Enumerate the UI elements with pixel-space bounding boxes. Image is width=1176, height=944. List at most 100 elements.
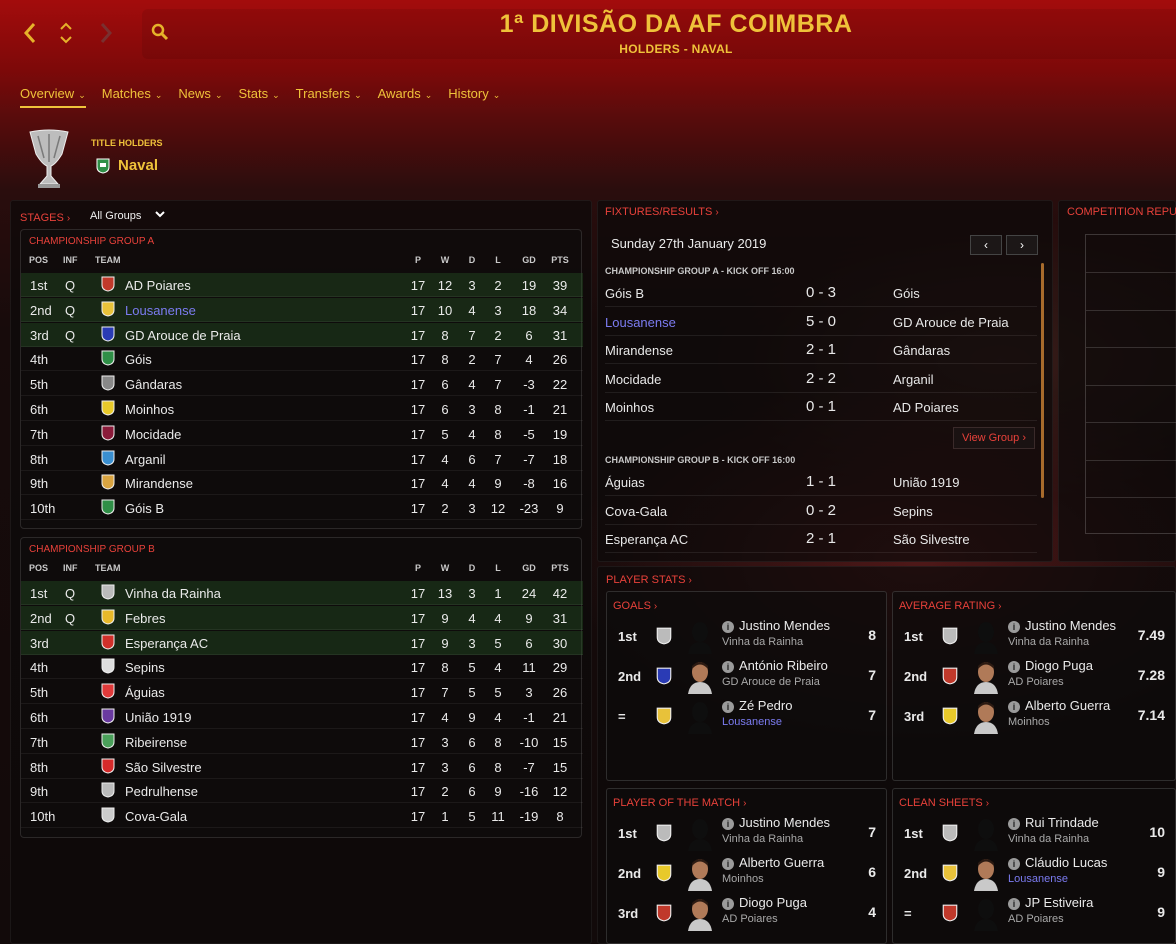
fixtures-scrollbar[interactable] — [1041, 263, 1044, 498]
group-title[interactable]: CHAMPIONSHIP GROUP B — [29, 544, 155, 555]
player-name[interactable]: Justino Mendes — [739, 618, 830, 633]
player-name[interactable]: Diogo Puga — [739, 895, 807, 910]
match-score[interactable]: 5 - 0 — [785, 313, 857, 330]
player-club[interactable]: GD Arouce de Praia — [722, 676, 820, 688]
away-team[interactable]: Góis — [893, 286, 920, 301]
title-holders-team[interactable]: Naval — [118, 157, 158, 174]
player-row[interactable]: = i JP Estiveira AD Poiares 9 — [893, 895, 1176, 935]
player-row[interactable]: 2nd i Alberto Guerra Moinhos 6 — [607, 855, 888, 895]
tab-news[interactable]: News ⌄ — [178, 86, 222, 108]
player-club[interactable]: AD Poiares — [1008, 913, 1064, 925]
column-header-d[interactable]: D — [460, 563, 484, 573]
group-title[interactable]: CHAMPIONSHIP GROUP A — [29, 236, 154, 247]
table-row[interactable]: 2nd Q Febres 17 9 4 4 9 31 — [21, 605, 583, 630]
column-header-pos[interactable]: POS — [29, 255, 48, 265]
column-header-p[interactable]: P — [406, 563, 430, 573]
table-row[interactable]: 9th Pedrulhense 17 2 6 9 -16 12 — [21, 779, 583, 804]
player-name[interactable]: Justino Mendes — [1025, 618, 1116, 633]
team-name[interactable]: Sepins — [125, 660, 165, 675]
table-row[interactable]: 7th Ribeirense 17 3 6 8 -10 15 — [21, 730, 583, 754]
info-icon[interactable]: i — [1008, 818, 1020, 830]
player-row[interactable]: 1st i Justino Mendes Vinha da Rainha 8 — [607, 618, 888, 658]
column-header-gd[interactable]: GD — [517, 255, 541, 265]
team-name[interactable]: Moinhos — [125, 402, 174, 417]
match-score[interactable]: 2 - 2 — [785, 370, 857, 387]
match-score[interactable]: 0 - 2 — [785, 502, 857, 519]
player-row[interactable]: 1st i Justino Mendes Vinha da Rainha 7.49 — [893, 618, 1176, 658]
info-icon[interactable]: i — [722, 661, 734, 673]
column-header-team[interactable]: TEAM — [95, 255, 121, 265]
column-header-l[interactable]: L — [486, 563, 510, 573]
home-team[interactable]: Águias — [605, 475, 645, 490]
group-select[interactable]: All Groups — [90, 210, 166, 222]
team-name[interactable]: Pedrulhense — [125, 784, 198, 799]
table-row[interactable]: 9th Mirandense 17 4 4 9 -8 16 — [21, 471, 583, 496]
player-club[interactable]: Lousanense — [722, 716, 782, 728]
match-score[interactable]: 2 - 1 — [785, 341, 857, 358]
away-team[interactable]: AD Poiares — [893, 400, 959, 415]
player-name[interactable]: Justino Mendes — [739, 815, 830, 830]
player-name[interactable]: JP Estiveira — [1025, 895, 1093, 910]
player-name[interactable]: Zé Pedro — [739, 698, 792, 713]
info-icon[interactable]: i — [1008, 701, 1020, 713]
table-row[interactable]: 1st Q AD Poiares 17 12 3 2 19 39 — [21, 273, 583, 297]
column-header-pos[interactable]: POS — [29, 563, 48, 573]
info-icon[interactable]: i — [1008, 858, 1020, 870]
away-team[interactable]: Sepins — [893, 504, 933, 519]
team-name[interactable]: Cova-Gala — [125, 809, 187, 824]
info-icon[interactable]: i — [1008, 898, 1020, 910]
tab-matches[interactable]: Matches ⌄ — [102, 86, 163, 108]
player-club[interactable]: Vinha da Rainha — [1008, 833, 1089, 845]
column-header-inf[interactable]: INF — [63, 255, 78, 265]
table-row[interactable]: 4th Góis 17 8 2 7 4 26 — [21, 347, 583, 372]
fixture-row[interactable]: Águias 1 - 1 União 1919 — [605, 468, 1037, 496]
team-name[interactable]: Lousanense — [125, 303, 196, 318]
team-name[interactable]: Mirandense — [125, 476, 193, 491]
tab-stats[interactable]: Stats ⌄ — [238, 86, 279, 108]
table-row[interactable]: 5th Águias 17 7 5 5 3 26 — [21, 680, 583, 705]
updown-button[interactable] — [58, 20, 74, 52]
away-team[interactable]: São Silvestre — [893, 532, 970, 547]
away-team[interactable]: União 1919 — [893, 475, 960, 490]
fixture-row[interactable]: Góis B 0 - 3 Góis — [605, 279, 1037, 307]
info-icon[interactable]: i — [1008, 621, 1020, 633]
away-team[interactable]: Gândaras — [893, 343, 950, 358]
player-name[interactable]: Alberto Guerra — [739, 855, 824, 870]
table-row[interactable]: 10th Góis B 17 2 3 12 -23 9 — [21, 496, 583, 521]
fixture-row[interactable]: Mirandense 2 - 1 Gândaras — [605, 336, 1037, 364]
stat-box-title[interactable]: PLAYER OF THE MATCH › — [613, 797, 746, 809]
away-team[interactable]: Arganil — [893, 372, 933, 387]
match-score[interactable]: 1 - 1 — [785, 473, 857, 490]
home-team[interactable]: Góis B — [605, 286, 644, 301]
player-row[interactable]: 2nd i António Ribeiro GD Arouce de Praia 7 — [607, 658, 888, 698]
forward-button[interactable] — [98, 20, 114, 52]
home-team[interactable]: Moinhos — [605, 400, 654, 415]
team-name[interactable]: Vinha da Rainha — [125, 586, 221, 601]
table-row[interactable]: 1st Q Vinha da Rainha 17 13 3 1 24 42 — [21, 581, 583, 605]
team-name[interactable]: Góis — [125, 352, 152, 367]
player-name[interactable]: Diogo Puga — [1025, 658, 1093, 673]
tab-transfers[interactable]: Transfers ⌄ — [296, 86, 362, 108]
player-name[interactable]: Cláudio Lucas — [1025, 855, 1107, 870]
table-row[interactable]: 5th Gândaras 17 6 4 7 -3 22 — [21, 372, 583, 397]
fixture-row[interactable]: Moinhos 0 - 1 AD Poiares — [605, 393, 1037, 421]
back-button[interactable] — [22, 20, 38, 52]
player-club[interactable]: Vinha da Rainha — [722, 636, 803, 648]
info-icon[interactable]: i — [722, 818, 734, 830]
fixtures-link[interactable]: FIXTURES/RESULTS › — [605, 206, 719, 218]
match-score[interactable]: 2 - 1 — [785, 530, 857, 547]
player-row[interactable]: 2nd i Diogo Puga AD Poiares 7.28 — [893, 658, 1176, 698]
table-row[interactable]: 7th Mocidade 17 5 4 8 -5 19 — [21, 422, 583, 446]
team-name[interactable]: AD Poiares — [125, 278, 191, 293]
player-club[interactable]: Moinhos — [1008, 716, 1050, 728]
player-row[interactable]: 3rd i Diogo Puga AD Poiares 4 — [607, 895, 888, 935]
player-row[interactable]: 2nd i Cláudio Lucas Lousanense 9 — [893, 855, 1176, 895]
tab-overview[interactable]: Overview ⌄ — [20, 86, 86, 108]
prev-date-button[interactable]: ‹ — [970, 235, 1002, 255]
view-group-button[interactable]: View Group › — [953, 427, 1035, 449]
team-name[interactable]: Arganil — [125, 452, 165, 467]
column-header-d[interactable]: D — [460, 255, 484, 265]
column-header-team[interactable]: TEAM — [95, 563, 121, 573]
table-row[interactable]: 2nd Q Lousanense 17 10 4 3 18 34 — [21, 297, 583, 322]
home-team[interactable]: Lousanense — [605, 315, 676, 330]
